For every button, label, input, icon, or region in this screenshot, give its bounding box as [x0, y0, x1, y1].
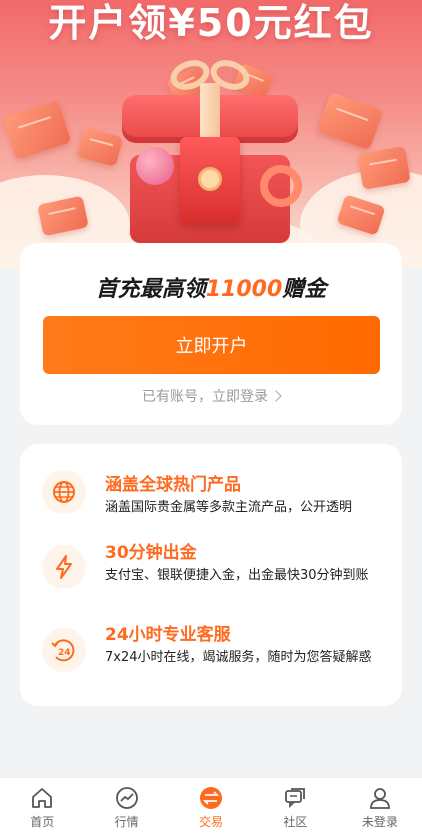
tab-label: 首页: [30, 815, 55, 829]
bottom-tab-bar: 首页 行情 交易 社区 未登录: [0, 777, 422, 837]
community-icon: [285, 788, 306, 809]
red-envelope-decoration: [2, 100, 72, 160]
feature-title: 24小时专业客服: [105, 625, 231, 645]
feature-title: 30分钟出金: [105, 543, 197, 563]
market-trend-icon: [115, 787, 138, 809]
headline-amount: 11000: [205, 277, 283, 302]
headline-suffix: 赠金: [282, 277, 327, 302]
open-account-button[interactable]: 立即开户: [43, 316, 380, 374]
feature-desc: 涵盖国际贵金属等多款主流产品，公开透明: [105, 500, 353, 515]
login-link[interactable]: 已有账号，立即登录: [20, 386, 402, 406]
feature-title: 涵盖全球热门产品: [105, 475, 241, 495]
tab-label: 社区: [283, 815, 308, 829]
lightning-icon: [42, 545, 86, 589]
tab-community[interactable]: 社区: [253, 778, 337, 837]
tab-profile[interactable]: 未登录: [338, 778, 422, 837]
tab-trade[interactable]: 交易: [169, 778, 253, 837]
signup-card: 首充最高领11000赠金 立即开户 已有账号，立即登录: [20, 243, 402, 425]
tab-market[interactable]: 行情: [84, 778, 168, 837]
features-card: 涵盖全球热门产品 涵盖国际贵金属等多款主流产品，公开透明 30分钟出金 支付宝、…: [20, 444, 402, 706]
globe-icon: [42, 470, 86, 514]
hero-banner: 开户领¥50元红包: [0, 0, 422, 268]
chevron-right-icon: [270, 390, 282, 402]
hero-title: 开户领¥50元红包: [48, 1, 374, 45]
tab-label: 行情: [114, 815, 139, 829]
gift-box-illustration: [112, 55, 308, 245]
login-link-label: 已有账号，立即登录: [142, 389, 268, 405]
feature-desc: 7x24小时在线，竭诚服务，随时为您答疑解惑: [105, 650, 372, 665]
feature-desc: 支付宝、银联便捷入金，出金最快30分钟到账: [105, 568, 369, 583]
home-icon: [32, 788, 53, 808]
user-icon: [369, 788, 390, 809]
headline-prefix: 首充最高领: [95, 277, 206, 302]
tab-label: 未登录: [361, 815, 398, 829]
24h-service-icon: 24: [42, 628, 86, 672]
trade-exchange-icon: [200, 787, 223, 809]
tab-label: 交易: [199, 815, 224, 829]
svg-text:24: 24: [58, 648, 71, 658]
bonus-headline: 首充最高领11000赠金: [20, 271, 402, 303]
red-envelope-decoration: [316, 91, 384, 151]
tab-home[interactable]: 首页: [0, 778, 84, 837]
